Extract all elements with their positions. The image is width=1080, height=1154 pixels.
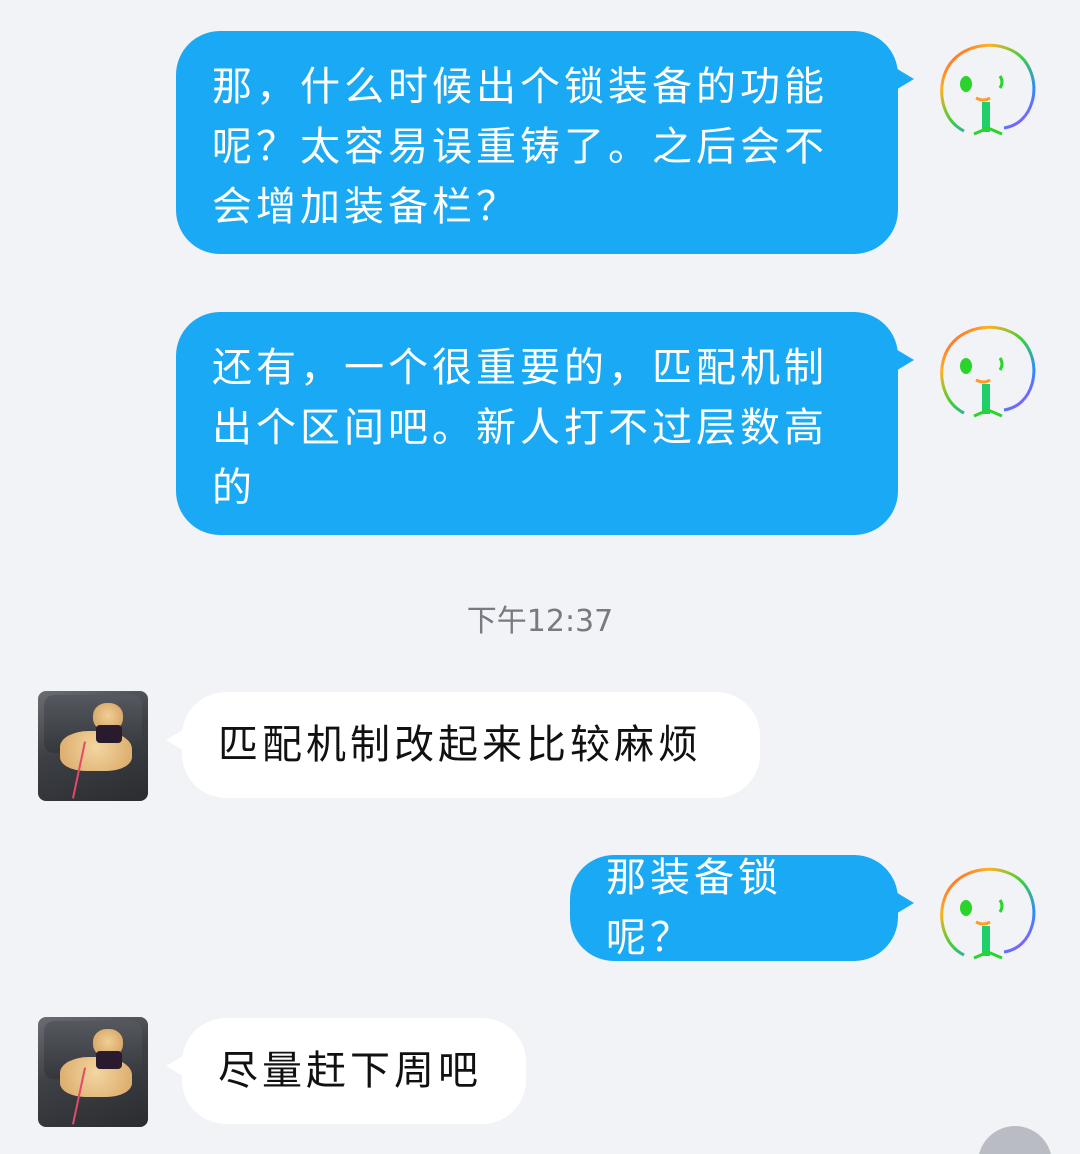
message-bubble-incoming[interactable]: 匹配机制改起来比较麻烦 [166,692,760,798]
message-bubble-outgoing[interactable]: 还有，一个很重要的，匹配机制出个区间吧。新人打不过层数高的 [176,312,914,535]
chat-thread: 那，什么时候出个锁装备的功能呢？太容易误重铸了。之后会不会增加装备栏？ 还有，一… [0,0,1080,1154]
contact-avatar[interactable] [38,1017,148,1127]
bubble-tail [166,1054,186,1078]
self-avatar[interactable] [934,318,1044,428]
message-bubble-outgoing[interactable]: 那装备锁呢？ [570,855,914,961]
bubble-tail [894,67,914,91]
bubble-tail [166,728,186,752]
bubble-tail [894,891,914,915]
message-timestamp: 下午12:37 [466,604,614,639]
message-text: 尽量赶下周吧 [218,1048,482,1094]
self-avatar[interactable] [934,860,1044,970]
message-text: 那，什么时候出个锁装备的功能呢？太容易误重铸了。之后会不会增加装备栏？ [212,64,828,230]
message-bubble-incoming[interactable]: 尽量赶下周吧 [166,1018,526,1124]
message-text: 还有，一个很重要的，匹配机制出个区间吧。新人打不过层数高的 [212,345,828,511]
self-avatar[interactable] [934,36,1044,146]
rainbow-doodle-face-icon [940,43,1036,136]
contact-avatar[interactable] [38,691,148,801]
message-text: 匹配机制改起来比较麻烦 [218,722,702,768]
rainbow-doodle-face-icon [940,867,1036,960]
rainbow-doodle-face-icon [940,325,1036,418]
bubble-tail [894,348,914,372]
message-bubble-outgoing[interactable]: 那，什么时候出个锁装备的功能呢？太容易误重铸了。之后会不会增加装备栏？ [176,31,914,254]
scroll-to-bottom-button[interactable] [978,1126,1052,1154]
message-text: 那装备锁呢？ [606,855,782,961]
